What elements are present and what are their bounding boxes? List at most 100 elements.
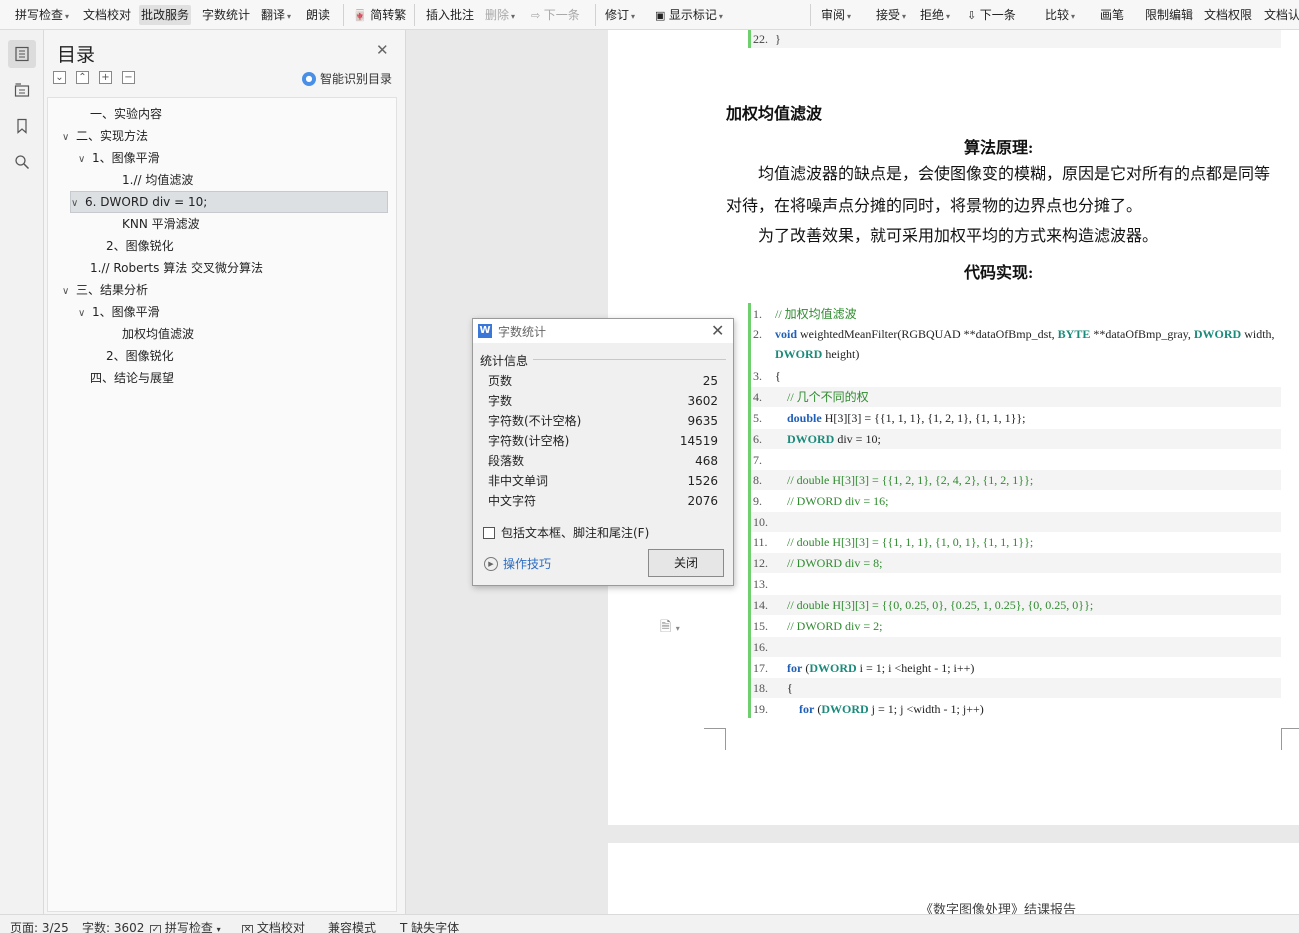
ribbon-item[interactable]: ⇩ 下一条 xyxy=(965,5,1018,25)
paste-options-icon[interactable]: 🗎 ▾ xyxy=(660,616,680,640)
status-proof-label: 文档校对 xyxy=(256,921,305,933)
chevron-down-icon: ▾ xyxy=(511,12,516,21)
ribbon-item-label: 下一条 xyxy=(979,8,1016,22)
chevron-down-icon[interactable]: ∨ xyxy=(62,127,76,149)
ribbon-item[interactable]: 删除 ▾ xyxy=(483,5,517,25)
ribbon-item[interactable]: 字数统计 xyxy=(200,5,252,25)
expand-up-icon[interactable]: ⌃ xyxy=(76,71,89,84)
ribbon-item[interactable]: 🀄 简转繁 xyxy=(351,5,408,25)
status-words[interactable]: 字数: 3602 xyxy=(82,921,144,933)
smart-icon: ● xyxy=(302,71,316,86)
collapse-all-icon[interactable]: ⌄ xyxy=(53,71,66,84)
tips-link[interactable]: ▶ 操作技巧 xyxy=(484,555,551,572)
ribbon-item[interactable]: 画笔 xyxy=(1098,5,1126,25)
ribbon-item[interactable]: ▣ 显示标记 ▾ xyxy=(653,5,725,25)
code-line-text: // 几个不同的权 xyxy=(787,390,869,404)
status-page[interactable]: 页面: 3/25 xyxy=(10,921,69,933)
code-line-number: 12. xyxy=(753,556,768,570)
code-line-number: 2. xyxy=(753,327,762,341)
code-line-text: for (DWORD i = 1; i <height - 1; i++) xyxy=(787,661,975,675)
toc-item[interactable]: 1.// 均值滤波 xyxy=(62,169,193,191)
close-button[interactable]: 关闭 xyxy=(648,549,724,577)
bookmark-icon[interactable] xyxy=(8,112,36,140)
chevron-down-icon[interactable]: ∨ xyxy=(62,281,76,303)
toc-item[interactable]: 1.// Roberts 算法 交叉微分算法 xyxy=(62,257,263,279)
add-heading-icon[interactable]: + xyxy=(99,71,112,84)
outline-icon[interactable] xyxy=(8,76,36,104)
toc-item-label: 1、图像平滑 xyxy=(92,151,160,165)
code-line-prev: 22. } xyxy=(748,30,1281,48)
toc-item[interactable]: 2、图像锐化 xyxy=(62,345,174,367)
code-line-text: { xyxy=(787,681,793,695)
close-icon[interactable]: ✕ xyxy=(376,41,389,59)
code-line: 12. // DWORD div = 8; xyxy=(751,553,1281,573)
remove-heading-icon[interactable]: − xyxy=(122,71,135,84)
ribbon-item[interactable]: ⇨ 下一条 xyxy=(529,5,582,25)
toc-item-label: 2、图像锐化 xyxy=(106,239,174,253)
toc-item-label: KNN 平滑滤波 xyxy=(122,217,200,231)
status-missing-font-label: 缺失字体 xyxy=(411,921,460,933)
toc-item[interactable]: 四、结论与展望 xyxy=(62,367,174,389)
status-bar: 页面: 3/25 字数: 3602 ✓ 拼写检查 ▾ ✕ 文档校对 兼容模式 T… xyxy=(0,914,1299,933)
ribbon-item[interactable]: 修订 ▾ xyxy=(603,5,637,25)
code-line: 19. for (DWORD j = 1; j <width - 1; j++) xyxy=(751,699,1281,719)
smart-toc-button[interactable]: ● 智能识别目录 xyxy=(302,70,392,87)
code-line: 2. void weightedMeanFilter(RGBQUAD **data… xyxy=(751,324,1281,344)
ribbon-item[interactable]: 限制编辑 xyxy=(1143,5,1195,25)
toc-icon[interactable] xyxy=(8,40,36,68)
stat-value: 9635 xyxy=(687,414,718,428)
toc-item[interactable]: 2、图像锐化 xyxy=(62,235,174,257)
toc-item[interactable]: ∨ 6. DWORD div = 10; xyxy=(70,191,388,213)
ribbon-item[interactable]: 接受 ▾ xyxy=(874,5,908,25)
toc-item[interactable]: 一、实验内容 xyxy=(62,103,162,125)
ribbon-item[interactable]: 朗读 xyxy=(304,5,332,25)
stat-label: 非中文单词 xyxy=(488,474,549,488)
ribbon-item[interactable]: 文档权限 xyxy=(1202,5,1254,25)
toc-list: 一、实验内容 ∨ 二、实现方法 ∨ 1、图像平滑 1.// 均值滤波 ∨ 6. DWORD d… xyxy=(47,97,397,912)
code-line-number: 3. xyxy=(753,369,762,383)
ribbon-item[interactable]: 翻译 ▾ xyxy=(259,5,293,25)
ribbon-item[interactable]: 审阅 ▾ xyxy=(819,5,853,25)
chevron-down-icon[interactable]: ∨ xyxy=(78,149,92,171)
status-spell-check[interactable]: ✓ 拼写检查 ▾ xyxy=(150,921,221,933)
ribbon-item[interactable]: 拼写检查 ▾ xyxy=(13,5,71,25)
toc-item-label: 一、实验内容 xyxy=(90,107,163,121)
toc-item[interactable]: 加权均值滤波 xyxy=(62,323,194,345)
ribbon-item-label: 朗读 xyxy=(306,8,331,22)
ribbon-item[interactable]: 插入批注 xyxy=(424,5,476,25)
code-line-text: for (DWORD j = 1; j <width - 1; j++) xyxy=(799,702,984,716)
ribbon-item[interactable]: 文档认证 xyxy=(1262,5,1299,25)
toc-item[interactable]: KNN 平滑滤波 xyxy=(62,213,200,235)
toc-item[interactable]: ∨ 1、图像平滑 xyxy=(62,301,160,323)
chevron-down-icon[interactable]: ∨ xyxy=(71,194,85,214)
stat-label: 中文字符 xyxy=(488,494,537,508)
status-missing-font[interactable]: T 缺失字体 xyxy=(400,921,459,933)
include-textbox-checkbox[interactable]: 包括文本框、脚注和尾注(F) xyxy=(483,524,649,541)
code-title: 代码实现: xyxy=(964,265,1034,282)
chevron-down-icon: ▾ xyxy=(287,12,292,21)
toc-item[interactable]: ∨ 1、图像平滑 xyxy=(62,147,160,169)
search-icon[interactable] xyxy=(8,148,36,176)
toc-item[interactable]: ∨ 二、实现方法 xyxy=(62,125,148,147)
status-proof[interactable]: ✕ 文档校对 xyxy=(242,921,305,933)
section-heading: 加权均值滤波 xyxy=(726,106,823,123)
ribbon-item[interactable]: 批改服务 xyxy=(139,5,192,25)
toc-item[interactable]: ∨ 三、结果分析 xyxy=(62,279,148,301)
ribbon-item-label: 显示标记 xyxy=(668,8,717,22)
close-icon[interactable]: ✕ xyxy=(711,321,724,340)
toc-item-label: 6. DWORD div = 10; xyxy=(85,195,208,209)
code-line-text: // double H[3][3] = {{1, 1, 1}, {1, 0, 1… xyxy=(787,535,1034,549)
ribbon-item[interactable]: 文档校对 xyxy=(81,5,133,25)
code-line-number: 14. xyxy=(753,598,768,612)
word-count-dialog: W 字数统计 ✕ 统计信息 页数 25 字数 3602 字符数(不计空格) 9635 字符数… xyxy=(472,318,734,586)
ribbon-item[interactable]: 比较 ▾ xyxy=(1043,5,1077,25)
paragraph-1: 均值滤波器的缺点是，会使图像变的模糊，原因是它对所有的点都是同等对待，在将噪声点… xyxy=(726,166,1271,215)
code-line: 7. xyxy=(751,450,1281,470)
dialog-titlebar[interactable]: W 字数统计 ✕ xyxy=(473,319,733,343)
checkbox-box[interactable] xyxy=(483,526,495,539)
code-line-number: 5. xyxy=(753,411,762,425)
chevron-down-icon[interactable]: ∨ xyxy=(78,303,92,325)
ribbon-item-label: 文档认证 xyxy=(1264,8,1299,22)
ribbon-item-label: 修订 xyxy=(605,8,630,22)
ribbon-item[interactable]: 拒绝 ▾ xyxy=(918,5,952,25)
